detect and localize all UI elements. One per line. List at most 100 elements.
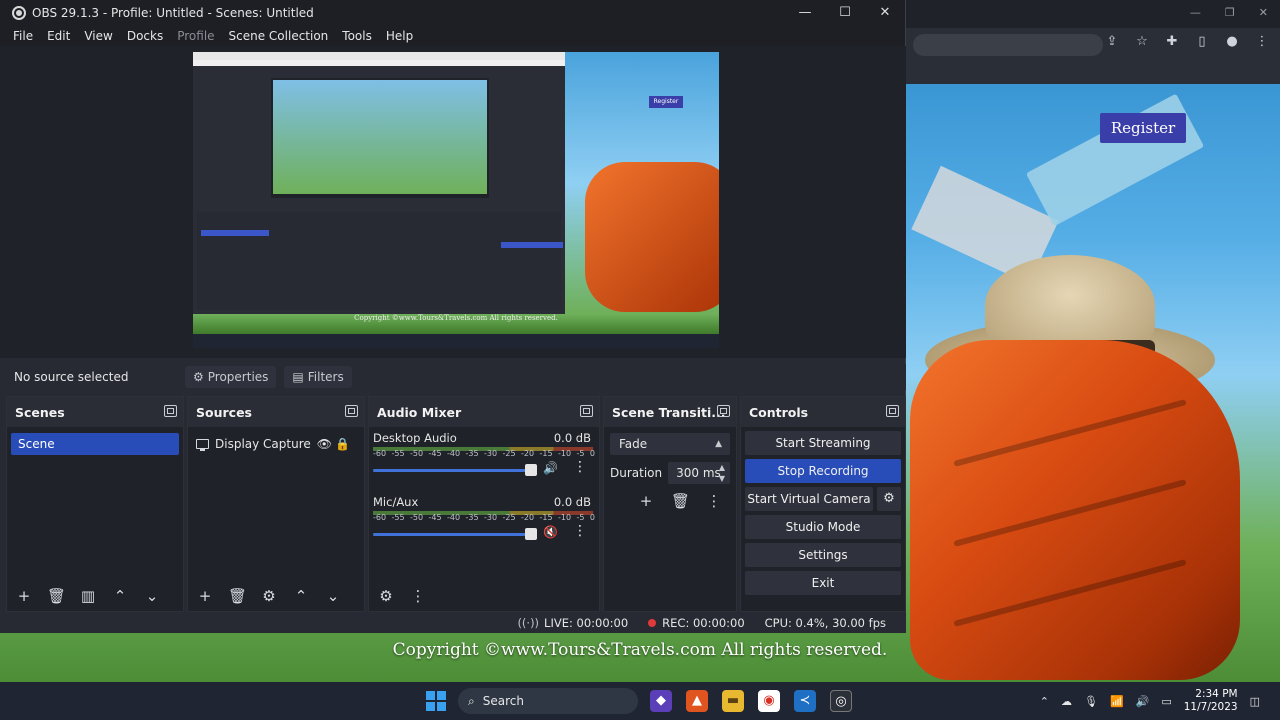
spin-arrows-icon[interactable]: ▲ ▼	[719, 462, 725, 484]
obs-logo-icon	[12, 6, 26, 20]
trash-icon[interactable]: 🗑	[228, 587, 247, 605]
close-icon[interactable]: ✕	[1259, 6, 1268, 19]
source-toolbar: No source selected ⚙ Properties ▤ Filter…	[0, 364, 906, 390]
minimize-icon[interactable]: —	[1190, 6, 1201, 19]
maximize-icon[interactable]: ❐	[1225, 6, 1235, 19]
eye-icon[interactable]: 👁	[317, 437, 332, 451]
controls-dock: Controls Start Streaming Stop Recording …	[740, 396, 906, 612]
start-streaming-button[interactable]: Start Streaming	[745, 431, 901, 455]
maximize-icon[interactable]: ☐	[825, 0, 865, 26]
speaker-muted-icon[interactable]: 🔇	[543, 525, 558, 539]
undock-icon[interactable]	[345, 405, 358, 417]
start-virtual-camera-button[interactable]: Start Virtual Camera	[745, 487, 873, 511]
undock-icon[interactable]	[886, 405, 899, 417]
brave-browser-icon[interactable]: ▲	[686, 690, 708, 712]
more-menu-icon[interactable]: ⋮	[573, 459, 587, 475]
trash-icon[interactable]: 🗑	[671, 492, 690, 510]
menu-scene-collection[interactable]: Scene Collection	[222, 29, 336, 43]
duration-row: Duration 300 ms ▲ ▼	[610, 462, 730, 484]
scenes-dock-header: Scenes	[7, 397, 183, 427]
chevron-down-icon[interactable]: ⌄	[143, 587, 161, 605]
obs-taskbar-icon[interactable]: ◎	[830, 690, 852, 712]
chevron-up-icon[interactable]: ⌃	[1040, 695, 1049, 708]
window-titlebar: OBS 29.1.3 - Profile: Untitled - Scenes:…	[0, 0, 905, 26]
minimize-icon[interactable]: —	[785, 0, 825, 26]
undock-icon[interactable]	[717, 405, 730, 417]
undock-icon[interactable]	[164, 405, 177, 417]
menu-profile[interactable]: Profile	[170, 29, 221, 43]
transition-select[interactable]: Fade ▲▼	[610, 433, 730, 471]
volume-slider-handle[interactable]	[525, 528, 537, 540]
advanced-audio-icon[interactable]: ⚙	[377, 587, 395, 605]
gear-icon[interactable]: ⚙	[260, 587, 278, 605]
scene-list-item[interactable]: Scene	[11, 433, 179, 455]
obs-window: OBS 29.1.3 - Profile: Untitled - Scenes:…	[0, 0, 906, 633]
transition-toolbar: + 🗑 ⋮	[604, 492, 736, 510]
menu-file[interactable]: File	[6, 29, 40, 43]
profile-avatar-icon[interactable]: ●	[1224, 34, 1240, 50]
menu-edit[interactable]: Edit	[40, 29, 77, 43]
copilot-icon[interactable]: ◆	[650, 690, 672, 712]
lock-icon[interactable]: 🔒	[335, 437, 350, 451]
address-bar[interactable]	[913, 34, 1103, 56]
virtual-camera-settings-icon[interactable]: ⚙	[877, 487, 901, 511]
wifi-icon[interactable]: 📶	[1110, 695, 1124, 708]
onedrive-icon[interactable]: ☁	[1061, 695, 1072, 708]
taskbar-search[interactable]: ⌕ Search	[458, 688, 638, 714]
chevron-up-icon[interactable]: ⌃	[111, 587, 129, 605]
speaker-icon[interactable]: 🔊	[543, 461, 558, 475]
close-icon[interactable]: ✕	[865, 0, 905, 26]
add-icon[interactable]: +	[196, 587, 214, 605]
live-status: ((·)) LIVE: 00:00:00	[517, 615, 629, 630]
source-list-item[interactable]: Display Capture 👁 🔒	[196, 433, 358, 455]
properties-button[interactable]: ⚙ Properties	[185, 366, 277, 388]
stop-recording-button[interactable]: Stop Recording	[745, 459, 901, 483]
filters-label: Filters	[307, 370, 344, 384]
preview-area: Register Copyright ©www.Tours&Travels.co…	[0, 46, 906, 358]
add-icon[interactable]: +	[637, 492, 655, 510]
file-explorer-icon[interactable]: ▬	[722, 690, 744, 712]
settings-button[interactable]: Settings	[745, 543, 901, 567]
sources-dock: Sources Display Capture 👁 🔒 + 🗑 ⚙ ⌃ ⌄	[187, 396, 365, 612]
more-menu-icon[interactable]: ⋮	[1254, 34, 1270, 50]
suitcase-graphic	[910, 340, 1240, 680]
volume-slider[interactable]	[373, 533, 537, 536]
chevron-down-icon[interactable]: ⌄	[324, 587, 342, 605]
microphone-icon[interactable]: 🎙	[1084, 695, 1098, 708]
volume-icon[interactable]: 🔊	[1136, 695, 1150, 708]
menu-view[interactable]: View	[77, 29, 119, 43]
volume-slider-handle[interactable]	[525, 464, 537, 476]
more-menu-icon[interactable]: ⋮	[573, 523, 587, 539]
more-menu-icon[interactable]: ⋮	[705, 492, 723, 510]
exit-button[interactable]: Exit	[745, 571, 901, 595]
menu-docks[interactable]: Docks	[120, 29, 170, 43]
menu-help[interactable]: Help	[379, 29, 420, 43]
system-tray: ⌃ ☁ 🎙 📶 🔊 ▭ 2:34 PM 11/7/2023 ◫	[1040, 688, 1260, 714]
studio-mode-button[interactable]: Studio Mode	[745, 515, 901, 539]
volume-slider[interactable]	[373, 469, 537, 472]
add-icon[interactable]: +	[15, 587, 33, 605]
trash-icon[interactable]: 🗑	[47, 587, 66, 605]
duration-spinbox[interactable]: 300 ms ▲ ▼	[668, 462, 730, 484]
undock-icon[interactable]	[580, 405, 593, 417]
battery-icon[interactable]: ▭	[1161, 695, 1171, 708]
filters-button[interactable]: ▤ Filters	[284, 366, 352, 388]
taskbar-clock[interactable]: 2:34 PM 11/7/2023	[1184, 688, 1238, 714]
program-preview[interactable]: Register Copyright ©www.Tours&Travels.co…	[193, 52, 719, 348]
preview-taskbar	[193, 334, 719, 348]
notifications-icon[interactable]: ◫	[1250, 695, 1260, 708]
chevron-up-icon[interactable]: ⌃	[292, 587, 310, 605]
register-button[interactable]: Register	[1100, 113, 1186, 143]
share-icon[interactable]: ⇪	[1104, 34, 1120, 50]
sidebar-icon[interactable]: ▯	[1194, 34, 1210, 50]
extensions-icon[interactable]: ✚	[1164, 34, 1180, 50]
more-menu-icon[interactable]: ⋮	[409, 587, 427, 605]
controls-dock-header: Controls	[741, 397, 905, 427]
menu-tools[interactable]: Tools	[335, 29, 379, 43]
vscode-icon[interactable]: ≺	[794, 690, 816, 712]
scene-filters-icon[interactable]: ▥	[79, 587, 97, 605]
windows-start-icon[interactable]	[426, 691, 446, 711]
scene-transitions-dock-header: Scene Transiti...	[604, 397, 736, 427]
bookmark-star-icon[interactable]: ☆	[1134, 34, 1150, 50]
chrome-icon[interactable]: ◉	[758, 690, 780, 712]
